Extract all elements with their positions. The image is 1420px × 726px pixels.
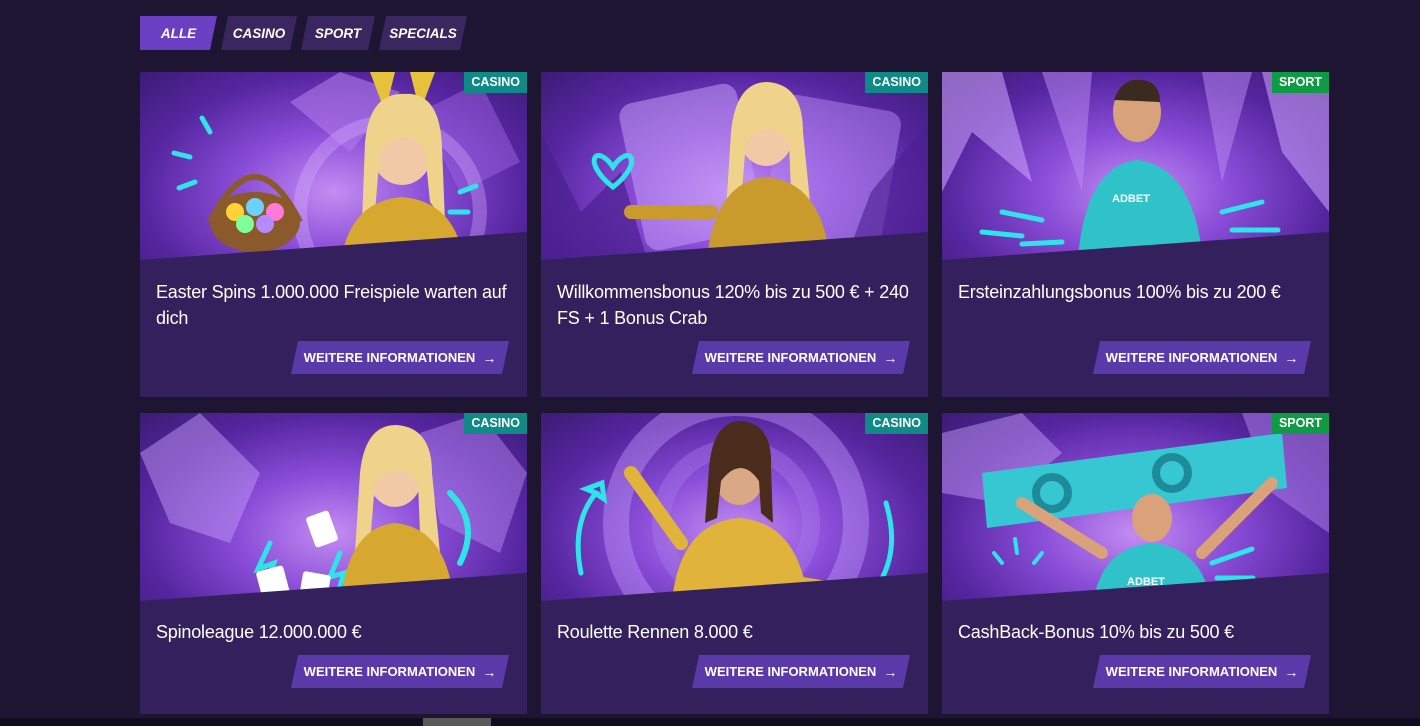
more-info-button[interactable]: WEITERE INFORMATIONEN → [291,655,509,688]
button-label: WEITERE INFORMATIONEN [303,664,476,679]
promo-title: Ersteinzahlungsbonus 100% bis zu 200 € [958,282,1281,302]
category-badge: CASINO [865,72,928,93]
promotions-grid: CASINO Easter Spins 1.000.000 Freispiele… [140,72,1329,714]
promo-card-roulette-race[interactable]: CASINO Roulette Rennen 8.000 € WEITERE I… [541,413,928,714]
promo-image-easter [140,72,527,272]
promo-image-welcome [541,72,928,272]
promo-card-easter-spins[interactable]: CASINO Easter Spins 1.000.000 Freispiele… [140,72,527,397]
more-info-button[interactable]: WEITERE INFORMATIONEN → [692,341,910,374]
category-badge: SPORT [1271,413,1329,434]
promo-title: CashBack-Bonus 10% bis zu 500 € [958,622,1234,642]
promo-title: Easter Spins 1.000.000 Freispiele warten… [156,282,507,328]
promo-title: Willkommensbonus 120% bis zu 500 € + 240… [557,282,909,328]
promo-card-welcome-bonus[interactable]: CASINO Willkommensbonus 120% bis zu 500 … [541,72,928,397]
horizontal-scrollbar[interactable] [0,718,1420,726]
arrow-right-icon: → [883,663,898,680]
category-badge: CASINO [865,413,928,434]
svg-text:ADBET: ADBET [1112,193,1150,205]
more-info-button[interactable]: WEITERE INFORMATIONEN → [291,341,509,374]
category-tabs: ALLE CASINO SPORT SPECIALS [140,16,467,50]
category-badge: CASINO [464,72,527,93]
promo-title: Spinoleague 12.000.000 € [156,622,362,642]
arrow-right-icon: → [1284,349,1299,366]
button-label: WEITERE INFORMATIONEN [1105,350,1278,365]
tab-sport[interactable]: SPORT [301,16,375,50]
tab-specials[interactable]: SPECIALS [379,16,467,50]
button-label: WEITERE INFORMATIONEN [704,350,877,365]
button-label: WEITERE INFORMATIONEN [704,664,877,679]
promo-card-spinoleague[interactable]: CASINO Spinoleague 12.000.000 € WEITERE … [140,413,527,714]
arrow-right-icon: → [883,349,898,366]
promo-card-cashback[interactable]: ADBET SPORT CashBack-Bonus 10% bis zu 50… [942,413,1329,714]
arrow-right-icon: → [482,663,497,680]
tab-alle[interactable]: ALLE [140,16,217,50]
promo-title: Roulette Rennen 8.000 € [557,622,753,642]
svg-text:ADBET: ADBET [1127,576,1165,588]
scrollbar-thumb[interactable] [423,718,491,726]
promo-image-roulette [541,413,928,613]
tab-casino[interactable]: CASINO [221,16,297,50]
button-label: WEITERE INFORMATIONEN [303,350,476,365]
more-info-button[interactable]: WEITERE INFORMATIONEN → [1093,655,1311,688]
promo-image-cashback: ADBET [942,413,1329,613]
button-label: WEITERE INFORMATIONEN [1105,664,1278,679]
category-badge: CASINO [464,413,527,434]
promo-image-first-deposit: ADBET [942,72,1329,272]
promo-image-spinoleague [140,413,527,613]
promo-card-first-deposit[interactable]: ADBET SPORT Ersteinzahlungsbonus 100% bi… [942,72,1329,397]
arrow-right-icon: → [1284,663,1299,680]
arrow-right-icon: → [482,349,497,366]
category-badge: SPORT [1271,72,1329,93]
more-info-button[interactable]: WEITERE INFORMATIONEN → [1093,341,1311,374]
more-info-button[interactable]: WEITERE INFORMATIONEN → [692,655,910,688]
